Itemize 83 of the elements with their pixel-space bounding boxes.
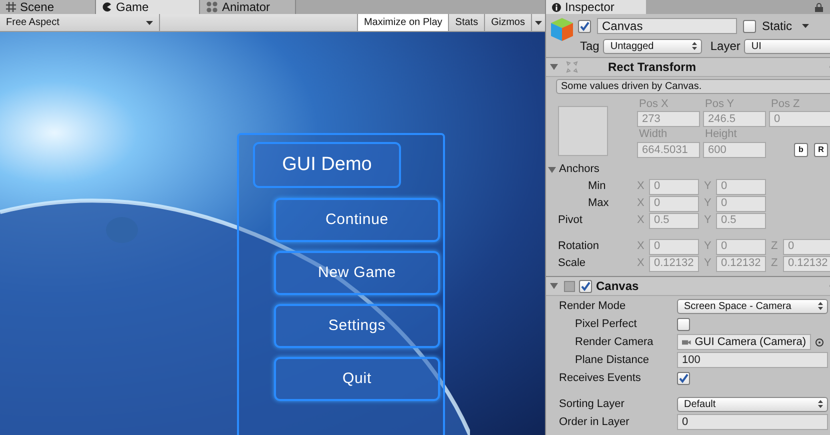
checkmark-icon <box>579 20 590 32</box>
dropdown[interactable]: Default <box>677 396 828 412</box>
inspector-tab[interactable]: Inspector <box>546 0 646 14</box>
foldout-arrow-icon[interactable] <box>550 282 558 290</box>
field-label: Pos X <box>638 98 670 111</box>
axis-label: X <box>637 213 646 228</box>
axis-label: Z <box>771 256 779 272</box>
field-label: Pos Z <box>770 98 801 111</box>
property-label: Plane Distance <box>574 352 650 368</box>
checkbox[interactable] <box>677 318 690 330</box>
component-title: Rect Transform <box>608 59 698 76</box>
editor-tab[interactable]: Scene <box>0 0 96 14</box>
canvas-icon <box>564 280 575 292</box>
component-header[interactable]: Canvas <box>546 277 830 296</box>
dropdown[interactable]: Screen Space - Camera <box>677 298 828 314</box>
info-icon <box>552 2 561 12</box>
dropdown[interactable]: Untagged <box>603 38 702 54</box>
property-label: Render Camera <box>574 334 654 350</box>
nodes-icon <box>206 1 218 13</box>
property-label: Min <box>587 179 607 194</box>
camera-icon <box>682 338 691 346</box>
help-box: Some values driven by Canvas. <box>556 79 830 94</box>
axis-label: Y <box>704 256 712 272</box>
property-label: Max <box>587 196 610 212</box>
property-label: Scale <box>558 256 587 272</box>
editor-tab[interactable]: Game <box>96 0 200 14</box>
static-label: Static <box>762 18 792 35</box>
checkmark-icon <box>678 372 689 384</box>
property-label: Order in Layer <box>559 414 630 430</box>
layer-label: Layer <box>710 38 740 55</box>
menu-button[interactable]: Continue <box>274 198 440 242</box>
name-field[interactable]: Canvas <box>597 18 737 34</box>
cube-icon <box>550 17 574 43</box>
grid-icon <box>6 2 16 12</box>
lock-icon[interactable] <box>815 2 824 12</box>
axis-label: X <box>637 179 646 194</box>
updown-arrow-icon <box>818 302 823 310</box>
pacman-icon <box>102 2 112 12</box>
tag-label: Tag <box>579 38 600 55</box>
axis-label: X <box>637 256 646 272</box>
toolbar-button[interactable]: Gizmos <box>484 14 531 31</box>
axis-label: Y <box>704 239 712 254</box>
toolbar-button[interactable]: Maximize on Play <box>356 14 448 31</box>
updown-arrow-icon <box>692 42 698 50</box>
property-label: Receives Events <box>559 370 642 386</box>
component-title: Canvas <box>596 278 640 295</box>
number-field[interactable]: 100 <box>677 352 828 368</box>
axis-label: Y <box>704 179 712 194</box>
active-checkbox[interactable] <box>578 20 591 32</box>
property-label: Sorting Layer <box>559 396 626 412</box>
caret-icon[interactable] <box>802 24 810 28</box>
property-label: Pivot <box>558 213 584 228</box>
toolbar-button[interactable]: Stats <box>448 14 484 31</box>
static-checkbox[interactable] <box>743 20 756 32</box>
property-label: Render Mode <box>559 298 627 314</box>
field-label: Width <box>638 127 668 142</box>
axis-label: X <box>637 196 646 212</box>
menu-title: GUI Demo <box>282 152 372 177</box>
property-label: Pixel Perfect <box>574 316 638 332</box>
checkbox[interactable] <box>677 372 690 384</box>
editor-tab[interactable]: Animator <box>200 0 296 14</box>
rect-transform-icon <box>564 59 580 75</box>
checkmark-icon <box>580 280 591 292</box>
axis-label: Z <box>771 239 779 254</box>
dropdown[interactable]: UI <box>744 38 830 54</box>
caret-icon[interactable] <box>535 20 542 24</box>
number-field[interactable]: 0 <box>677 414 828 430</box>
caret-icon[interactable] <box>146 20 153 24</box>
updown-arrow-icon <box>818 400 823 408</box>
axis-label: X <box>637 239 646 254</box>
axis-label: Y <box>704 196 712 212</box>
property-label: Rotation <box>558 239 600 254</box>
foldout-label: Anchors <box>559 162 600 178</box>
menu-button[interactable]: New Game <box>274 251 440 295</box>
aspect-dropdown[interactable]: Free Aspect <box>0 14 160 31</box>
field-label: Pos Y <box>704 98 736 111</box>
menu-button[interactable]: Settings <box>274 304 440 348</box>
target-icon[interactable] <box>815 338 824 346</box>
enabled-checkbox[interactable] <box>579 280 592 292</box>
axis-label: Y <box>704 213 712 228</box>
object-field[interactable]: GUI Camera (Camera) <box>677 334 811 350</box>
field-label: Height <box>704 127 738 142</box>
menu-button[interactable]: Quit <box>274 357 440 401</box>
